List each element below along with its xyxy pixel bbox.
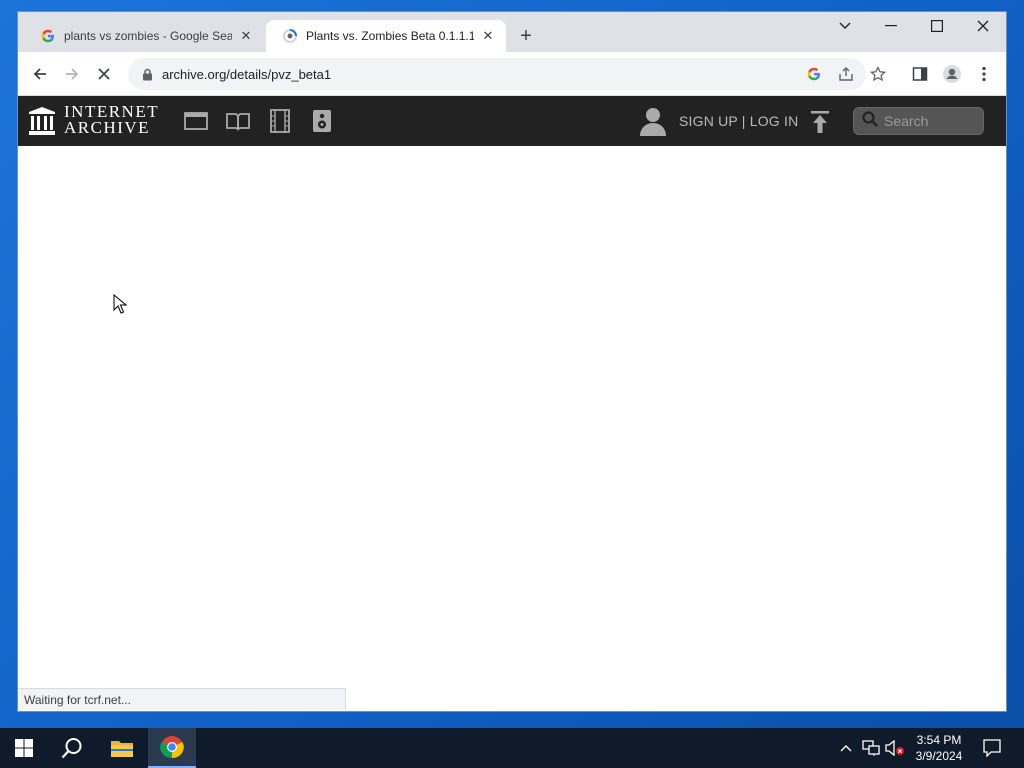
- user-avatar-icon[interactable]: [638, 106, 668, 136]
- search-icon[interactable]: [48, 728, 96, 768]
- taskbar: 3:54 PM 3/9/2024: [0, 728, 1024, 768]
- back-arrow-icon[interactable]: [26, 60, 54, 88]
- tab-strip: plants vs zombies - Google Search ✕ Plan…: [18, 12, 1006, 52]
- browser-toolbar: archive.org/details/pvz_beta1: [18, 52, 1006, 96]
- upload-icon[interactable]: [808, 110, 832, 134]
- minimize-icon[interactable]: [868, 12, 914, 40]
- page-content-blank: [18, 146, 1006, 711]
- tab-title: Plants vs. Zombies Beta 0.1.1.1014: [306, 29, 474, 43]
- maximize-icon[interactable]: [914, 12, 960, 40]
- search-input[interactable]: [884, 113, 984, 129]
- clock-time: 3:54 PM: [916, 733, 962, 747]
- search-icon: [862, 110, 878, 132]
- loading-spinner-icon: [282, 28, 298, 44]
- menu-kebab-icon[interactable]: [974, 64, 994, 84]
- mouse-cursor-icon: [113, 293, 128, 314]
- close-icon[interactable]: ✕: [480, 28, 496, 44]
- internet-archive-logo-icon[interactable]: [28, 106, 56, 136]
- tab-google-search[interactable]: plants vs zombies - Google Search ✕: [24, 20, 264, 52]
- sign-up-login-link[interactable]: SIGN UP | LOG IN: [679, 113, 798, 129]
- tab-title: plants vs zombies - Google Search: [64, 29, 232, 43]
- tab-search-icon[interactable]: [822, 12, 868, 40]
- notifications-icon[interactable]: [982, 738, 1002, 758]
- chevron-up-icon[interactable]: [836, 738, 856, 758]
- windows-start-icon[interactable]: [0, 728, 48, 768]
- side-panel-icon[interactable]: [910, 64, 930, 84]
- system-clock[interactable]: 3:54 PM 3/9/2024: [908, 732, 970, 764]
- forward-arrow-icon[interactable]: [58, 60, 86, 88]
- wordmark-line-2: ARCHIVE: [64, 118, 151, 137]
- google-lens-icon[interactable]: [804, 64, 824, 84]
- google-g-icon: [40, 28, 56, 44]
- web-icon[interactable]: [183, 109, 209, 133]
- volume-muted-icon[interactable]: [885, 738, 905, 758]
- share-icon[interactable]: [836, 64, 856, 84]
- texts-icon[interactable]: [225, 109, 251, 133]
- close-icon[interactable]: ✕: [238, 28, 254, 44]
- archive-search-box[interactable]: [853, 107, 984, 135]
- profile-avatar-icon[interactable]: [942, 64, 962, 84]
- file-explorer-icon[interactable]: [98, 728, 146, 768]
- tab-archive[interactable]: Plants vs. Zombies Beta 0.1.1.1014 ✕: [266, 20, 506, 52]
- close-window-icon[interactable]: [960, 12, 1006, 40]
- internet-archive-wordmark[interactable]: INTERNET ARCHIVE: [64, 103, 159, 137]
- url-text: archive.org/details/pvz_beta1: [162, 66, 332, 82]
- new-tab-button[interactable]: +: [514, 24, 538, 48]
- lock-icon[interactable]: [140, 67, 154, 81]
- bookmark-star-icon[interactable]: [868, 64, 888, 84]
- clock-date: 3/9/2024: [915, 749, 963, 763]
- stop-loading-icon[interactable]: [90, 60, 118, 88]
- status-bubble: Waiting for tcrf.net...: [18, 688, 346, 710]
- video-icon[interactable]: [267, 109, 293, 133]
- internet-archive-header: INTERNET ARCHIVE SIGN UP | LOG IN: [18, 96, 1006, 146]
- address-bar[interactable]: archive.org/details/pvz_beta1: [128, 58, 886, 90]
- network-icon[interactable]: [861, 738, 881, 758]
- audio-icon[interactable]: [309, 109, 335, 133]
- chrome-icon[interactable]: [148, 728, 196, 768]
- browser-window: plants vs zombies - Google Search ✕ Plan…: [18, 12, 1006, 711]
